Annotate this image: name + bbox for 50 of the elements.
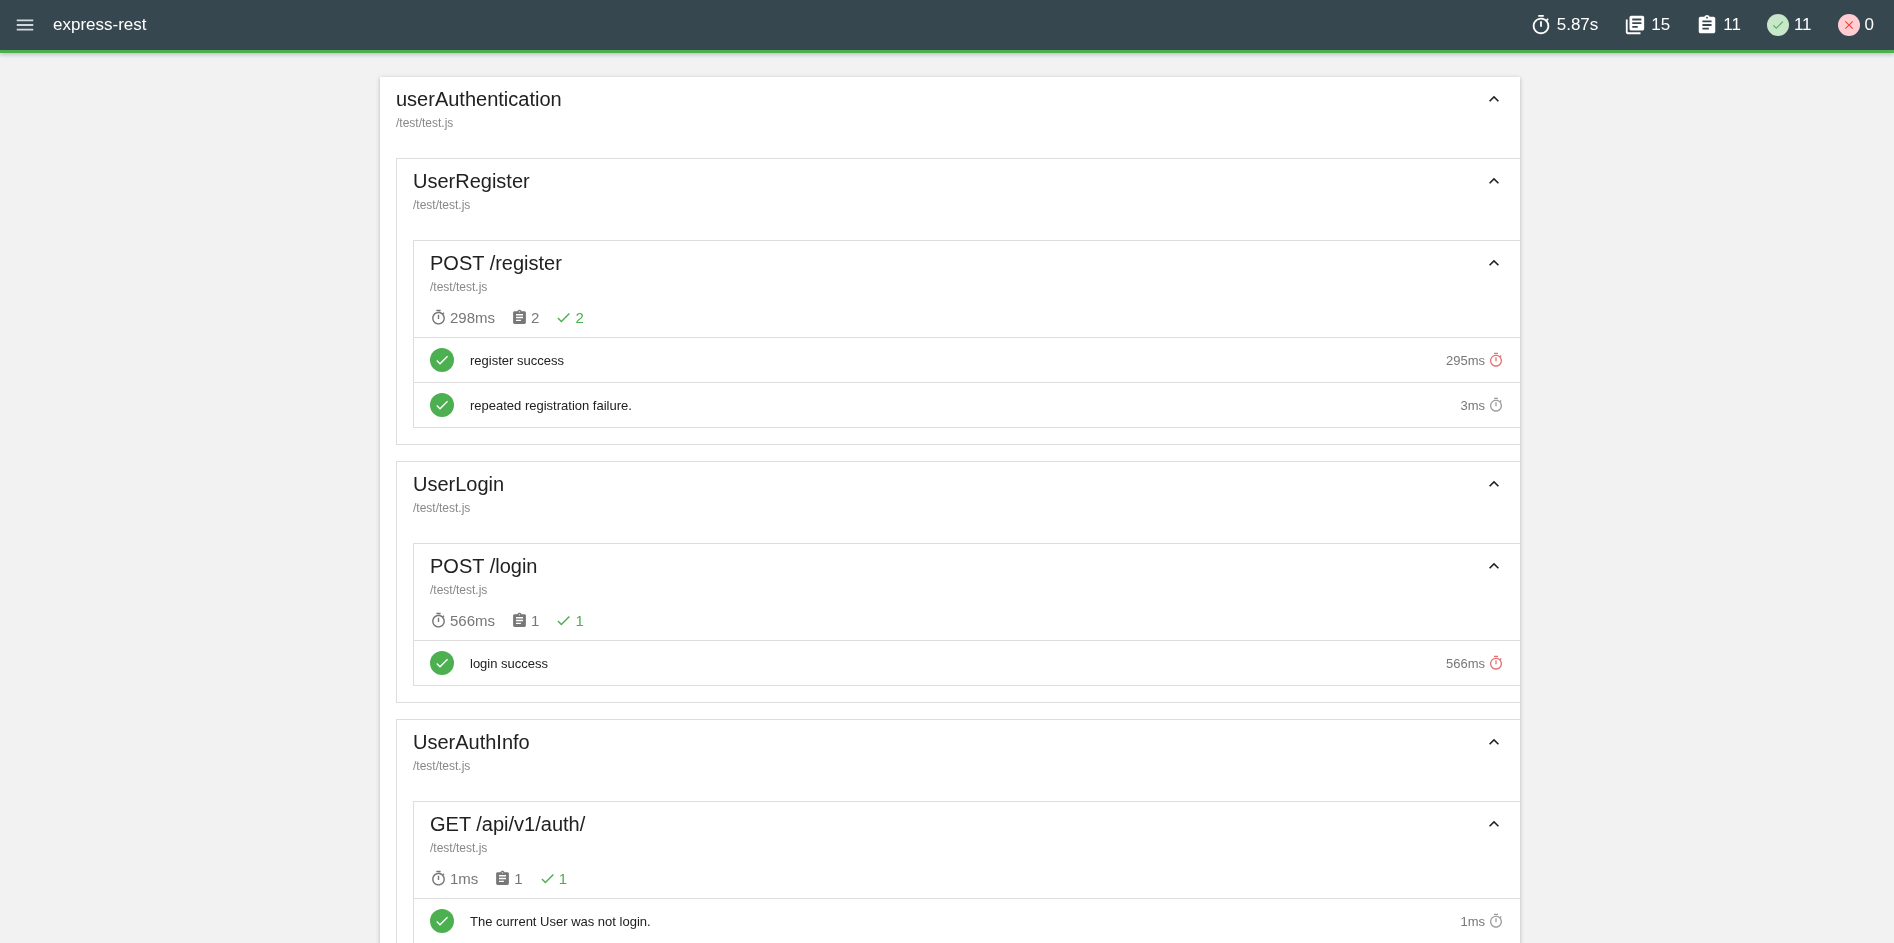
suite-title: UserLogin [413,472,505,496]
test-title: login success [470,655,550,671]
suite-title: GET /api/v1/auth/ [430,812,586,836]
test-row[interactable]: register success 295ms [414,337,1520,382]
suite-title: UserRegister [413,169,530,193]
tests-count: 11 [1723,15,1741,35]
check-circle-icon [1766,14,1789,36]
library-icon [1624,14,1647,36]
tests-count: 1 [531,612,540,629]
app-title: express-rest [53,15,148,35]
suite-file: /test/test.js [430,280,488,294]
clipboard-icon [494,870,512,887]
suite-title: POST /login [430,554,538,578]
duration-value: 298ms [450,309,496,326]
tests-count: 1 [514,870,523,887]
clipboard-icon [511,612,529,629]
test-title: register success [470,352,565,368]
timer-icon [430,309,447,326]
suites-count: 15 [1651,15,1671,35]
suite-file: /test/test.js [413,759,471,773]
test-row[interactable]: login success 566ms [414,640,1520,685]
test-title: The current User was not login. [470,913,652,929]
tests-count: 2 [531,309,540,326]
passes-count: 1 [575,612,584,629]
suite-title: POST /register [430,251,562,275]
passes-count: 2 [575,309,584,326]
test-title: repeated registration failure. [470,397,633,413]
suite-file: /test/test.js [430,841,488,855]
suite-title: userAuthentication [396,87,562,111]
timer-icon [430,612,447,629]
suite-file: /test/test.js [430,583,488,597]
failures-count: 0 [1864,15,1874,35]
suite-file: /test/test.js [396,116,454,130]
suite-file: /test/test.js [413,198,471,212]
test-row[interactable]: The current User was not login. 1ms [414,898,1520,943]
clipboard-icon [511,309,529,326]
duration-count: 5.87s [1556,15,1599,35]
suite-file: /test/test.js [413,501,471,515]
test-duration: 3ms [1460,397,1485,413]
test-duration: 1ms [1460,913,1485,929]
test-duration: 295ms [1445,352,1485,368]
duration-value: 566ms [450,612,496,629]
passes-count: 1 [558,870,568,887]
duration-value: 1ms [450,870,479,887]
test-row[interactable]: repeated registration failure. 3ms [414,382,1520,427]
close-circle-icon [1837,14,1860,36]
timer-icon [430,870,447,887]
test-duration: 566ms [1445,655,1485,671]
passes-count: 11 [1793,15,1812,35]
suite-title: UserAuthInfo [413,730,530,754]
